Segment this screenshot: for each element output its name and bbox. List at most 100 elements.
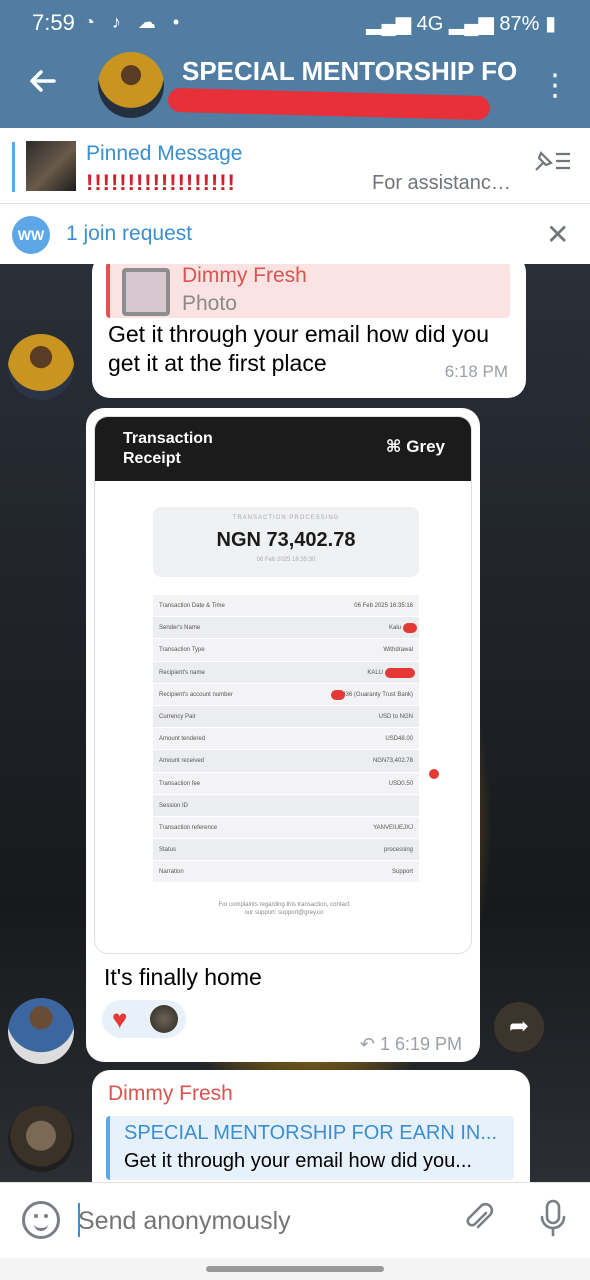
share-arrow-icon[interactable]: ➦	[494, 1002, 544, 1052]
reply-type: Photo	[182, 292, 237, 315]
pinned-indicator	[12, 142, 15, 192]
table-row: Transaction fee USD0.50	[153, 772, 419, 795]
pinned-list-icon[interactable]	[532, 148, 572, 181]
row-value: USD48.00	[385, 736, 413, 743]
heart-icon: ♥	[112, 1004, 128, 1034]
close-icon[interactable]: ✕	[546, 218, 569, 251]
amount-card: TRANSACTION PROCESSING NGN 73,402.78 06 …	[153, 507, 419, 577]
redaction-scribble	[167, 87, 491, 121]
table-row: Currency Pair USD to NGN	[153, 705, 419, 729]
more-options-icon[interactable]: ⋮	[540, 68, 570, 104]
microphone-icon[interactable]	[538, 1199, 568, 1245]
back-arrow-icon[interactable]	[26, 64, 62, 100]
system-nav-bar	[0, 1258, 590, 1280]
sender-avatar[interactable]	[8, 1106, 74, 1172]
status-bar: 7:59 ◔ ♪ ☁ • ▂▄▆ 4G ▂▄▆ 87% ▮	[0, 0, 590, 44]
table-row: Status processing	[153, 839, 419, 862]
grey-logo-icon: ⌘	[385, 437, 402, 456]
row-value: KALU	[367, 669, 383, 676]
receipt-image[interactable]: Transaction Receipt ⌘ Grey TRANSACTION P…	[94, 416, 472, 954]
group-avatar[interactable]	[98, 52, 164, 118]
row-value: Support	[391, 869, 413, 876]
pinned-label: Pinned Message	[86, 142, 243, 165]
reply-sender: Dimmy Fresh	[182, 264, 307, 287]
sender-name[interactable]: Dimmy Fresh	[108, 1082, 233, 1106]
sender-avatar[interactable]	[8, 334, 74, 400]
row-key: Sender's Name	[159, 625, 201, 632]
group-title[interactable]: SPECIAL MENTORSHIP FO	[182, 56, 522, 87]
sender-avatar[interactable]	[8, 998, 74, 1064]
status-label: TRANSACTION PROCESSING	[232, 515, 340, 521]
table-row: Session ID	[153, 794, 419, 817]
red-dot-mark	[429, 769, 439, 779]
table-row: Transaction Type Withdrawal	[153, 639, 419, 662]
row-key: Transaction Date & Time	[159, 603, 225, 609]
row-key: Transaction Type	[159, 647, 205, 654]
chat-header: 7:59 ◔ ♪ ☁ • ▂▄▆ 4G ▂▄▆ 87% ▮ SPECIAL ME…	[0, 0, 590, 128]
signal-icon: ▂▄▆	[366, 13, 417, 35]
pinned-thumbnail	[26, 141, 76, 191]
attach-icon[interactable]	[462, 1201, 496, 1243]
table-row: Recipient's name KALU	[153, 661, 419, 684]
row-key: Transaction fee	[159, 780, 201, 787]
status-time: 7:59	[32, 10, 75, 35]
redaction-mark	[385, 667, 415, 678]
row-key: Transaction reference	[159, 824, 218, 831]
receipt-table: Transaction Date & Time 06 Feb 2025 16:35…	[153, 595, 419, 884]
row-value: NGN73,402.78	[372, 758, 413, 765]
chat-area[interactable]: Dimmy Fresh Photo Get it through your em…	[0, 264, 590, 1182]
receipt-footer: For complaints regarding this transactio…	[218, 902, 350, 916]
row-value: USD to NGN	[378, 713, 413, 720]
row-value: USD0.50	[388, 780, 413, 787]
row-key: Recipient's account number	[159, 691, 233, 698]
row-key: Amount tendered	[159, 736, 206, 743]
table-row: Transaction Date & Time 06 Feb 2025 16:35…	[153, 595, 419, 618]
table-row: Recipient's account number 004436 (Guaran…	[153, 683, 419, 706]
battery-icon: ▮	[539, 13, 556, 35]
table-row: Sender's Name Kalu	[153, 617, 419, 640]
row-key: Narration	[159, 869, 184, 876]
receipt-title: Transaction Receipt	[123, 430, 213, 467]
reaction-chip[interactable]: ♥	[102, 1000, 186, 1038]
row-value: YANVEIUEJXJ	[373, 824, 413, 831]
message-bubble[interactable]: Dimmy Fresh Photo Get it through your em…	[92, 264, 526, 398]
home-indicator[interactable]	[206, 1266, 384, 1272]
message-input[interactable]	[78, 1205, 438, 1237]
row-value: Kalu	[388, 625, 401, 632]
message-composer	[0, 1182, 590, 1258]
table-row: Narration Support	[153, 861, 419, 884]
row-key: Recipient's name	[159, 669, 205, 676]
row-value: Withdrawal	[383, 647, 413, 654]
battery-level: 87%	[499, 13, 540, 35]
row-key: Session ID	[159, 802, 189, 809]
join-request-text[interactable]: 1 join request	[66, 222, 192, 246]
table-row: Amount received NGN73,402.78	[153, 750, 419, 773]
requester-avatar: WW	[12, 216, 50, 254]
row-value: processing	[383, 847, 413, 854]
message-bubble[interactable]: Dimmy Fresh SPECIAL MENTORSHIP FOR EARN …	[92, 1070, 530, 1182]
reply-quote[interactable]: Dimmy Fresh Photo	[106, 264, 510, 318]
signal-icon-2: ▂▄▆	[443, 13, 500, 35]
pinned-message-bar[interactable]: Pinned Message !!!!!!!!!!!!!!!!!! For as…	[0, 128, 590, 204]
reply-quote[interactable]: SPECIAL MENTORSHIP FOR EARN IN... Get it…	[106, 1116, 514, 1180]
amount-date: 06 Feb 2025 16:35:30	[256, 557, 316, 563]
brand-logo: ⌘ Grey	[386, 437, 445, 457]
pinned-text: !!!!!!!!!!!!!!!!!!	[86, 170, 236, 195]
emoji-icon[interactable]	[22, 1201, 60, 1239]
amount-value: NGN 73,402.78	[216, 529, 356, 551]
reply-thumbnail	[122, 268, 170, 316]
row-key: Status	[159, 847, 177, 854]
message-meta[interactable]: ↶ 1 6:19 PM	[360, 1034, 462, 1055]
join-request-bar[interactable]: WW 1 join request ✕	[0, 204, 590, 264]
message-text: It's finally home	[104, 964, 262, 990]
pinned-preview: For assistanc…	[372, 172, 511, 194]
quote-title: SPECIAL MENTORSHIP FOR EARN IN...	[124, 1122, 498, 1144]
status-right: ▂▄▆ 4G ▂▄▆ 87% ▮	[366, 11, 556, 36]
message-bubble[interactable]: Transaction Receipt ⌘ Grey TRANSACTION P…	[86, 408, 480, 1062]
brand-name: Grey	[406, 437, 445, 456]
redaction-mark	[331, 689, 345, 700]
receipt-header: Transaction Receipt ⌘ Grey	[95, 417, 471, 481]
reactor-avatar	[150, 1005, 178, 1033]
table-row: Transaction reference YANVEIUEJXJ	[153, 816, 419, 840]
redaction-mark	[403, 623, 417, 634]
